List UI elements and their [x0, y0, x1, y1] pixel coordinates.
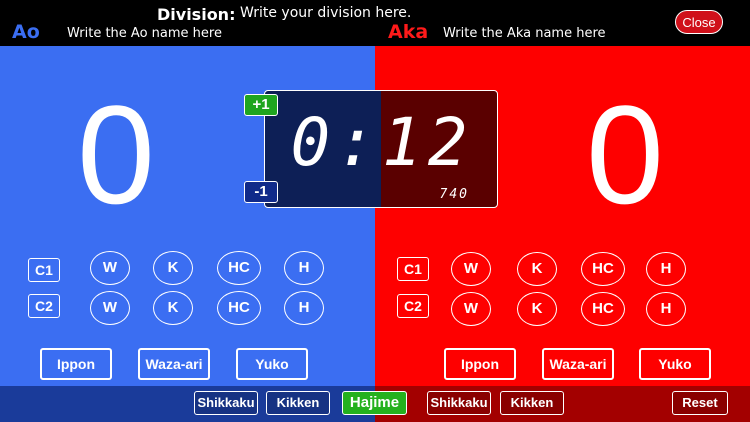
ao-tag: Ao	[12, 21, 40, 43]
aka-tag: Aka	[388, 21, 429, 43]
aka-c2-hc[interactable]: HC	[581, 292, 625, 326]
aka-c2-label: C2	[397, 294, 429, 318]
timer-main: 0:12	[290, 104, 474, 181]
aka-shikkaku-button[interactable]: Shikkaku	[427, 391, 491, 415]
ao-c2-hc[interactable]: HC	[217, 291, 261, 325]
aka-kikken-button[interactable]: Kikken	[500, 391, 564, 415]
ao-yuko-button[interactable]: Yuko	[236, 348, 308, 380]
aka-waza-ari-button[interactable]: Waza-ari	[542, 348, 614, 380]
aka-c2-k[interactable]: K	[517, 292, 557, 326]
reset-button[interactable]: Reset	[672, 391, 728, 415]
timer-milliseconds: 740	[439, 187, 469, 202]
ao-name-field[interactable]: Write the Ao name here	[67, 26, 222, 41]
ao-ippon-button[interactable]: Ippon	[40, 348, 112, 380]
ao-c1-k[interactable]: K	[153, 251, 193, 285]
ao-c1-w[interactable]: W	[90, 251, 130, 285]
close-button[interactable]: Close	[675, 10, 723, 34]
hajime-button[interactable]: Hajime	[342, 391, 407, 415]
ao-c1-h[interactable]: H	[284, 251, 324, 285]
aka-c1-label: C1	[397, 257, 429, 281]
aka-score[interactable]: 0	[525, 80, 725, 230]
aka-c1-w[interactable]: W	[451, 252, 491, 286]
aka-c1-k[interactable]: K	[517, 252, 557, 286]
ao-c1-label: C1	[28, 258, 60, 282]
aka-c2-h[interactable]: H	[646, 292, 686, 326]
ao-waza-ari-button[interactable]: Waza-ari	[138, 348, 210, 380]
aka-name-field[interactable]: Write the Aka name here	[443, 26, 606, 41]
ao-c2-k[interactable]: K	[153, 291, 193, 325]
aka-yuko-button[interactable]: Yuko	[639, 348, 711, 380]
ao-c1-hc[interactable]: HC	[217, 251, 261, 285]
division-label: Division:	[157, 5, 236, 24]
ao-kikken-button[interactable]: Kikken	[266, 391, 330, 415]
aka-c1-h[interactable]: H	[646, 252, 686, 286]
aka-ippon-button[interactable]: Ippon	[444, 348, 516, 380]
ao-c2-h[interactable]: H	[284, 291, 324, 325]
ao-c2-label: C2	[28, 294, 60, 318]
timer-display[interactable]: 0:12 740	[264, 90, 498, 208]
aka-c1-hc[interactable]: HC	[581, 252, 625, 286]
ao-shikkaku-button[interactable]: Shikkaku	[194, 391, 258, 415]
aka-c2-w[interactable]: W	[451, 292, 491, 326]
ao-c2-w[interactable]: W	[90, 291, 130, 325]
division-field[interactable]: Write your division here.	[240, 5, 411, 21]
timer-minus-button[interactable]: -1	[244, 181, 278, 203]
ao-score[interactable]: 0	[16, 80, 216, 230]
timer-plus-button[interactable]: +1	[244, 94, 278, 116]
